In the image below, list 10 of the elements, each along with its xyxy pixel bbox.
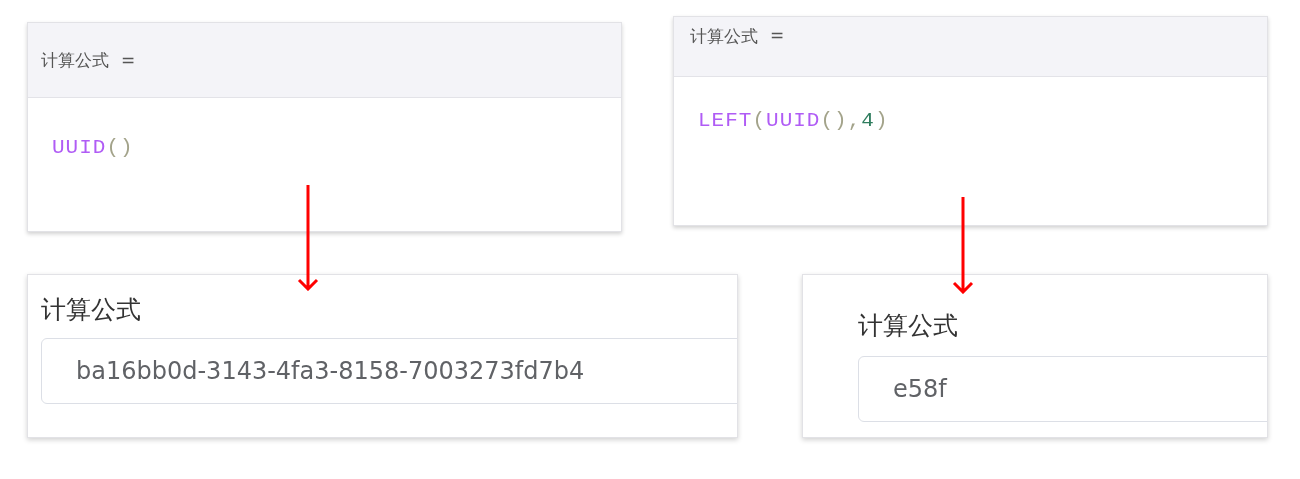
formula-code[interactable]: UUID() — [28, 98, 621, 159]
formula-label: 计算公式 — [41, 48, 109, 72]
result-field[interactable]: e58f — [858, 356, 1267, 422]
field-label: 计算公式 — [41, 294, 141, 326]
formula-label: 计算公式 — [690, 25, 758, 48]
formula-code[interactable]: LEFT(UUID(),4) — [674, 77, 1267, 132]
field-label: 计算公式 — [858, 310, 958, 342]
result-field[interactable]: ba16bb0d-3143-4fa3-8158-7003273fd7b4 — [41, 338, 737, 404]
equals-sign: = — [121, 50, 136, 70]
equals-sign: = — [770, 25, 785, 45]
